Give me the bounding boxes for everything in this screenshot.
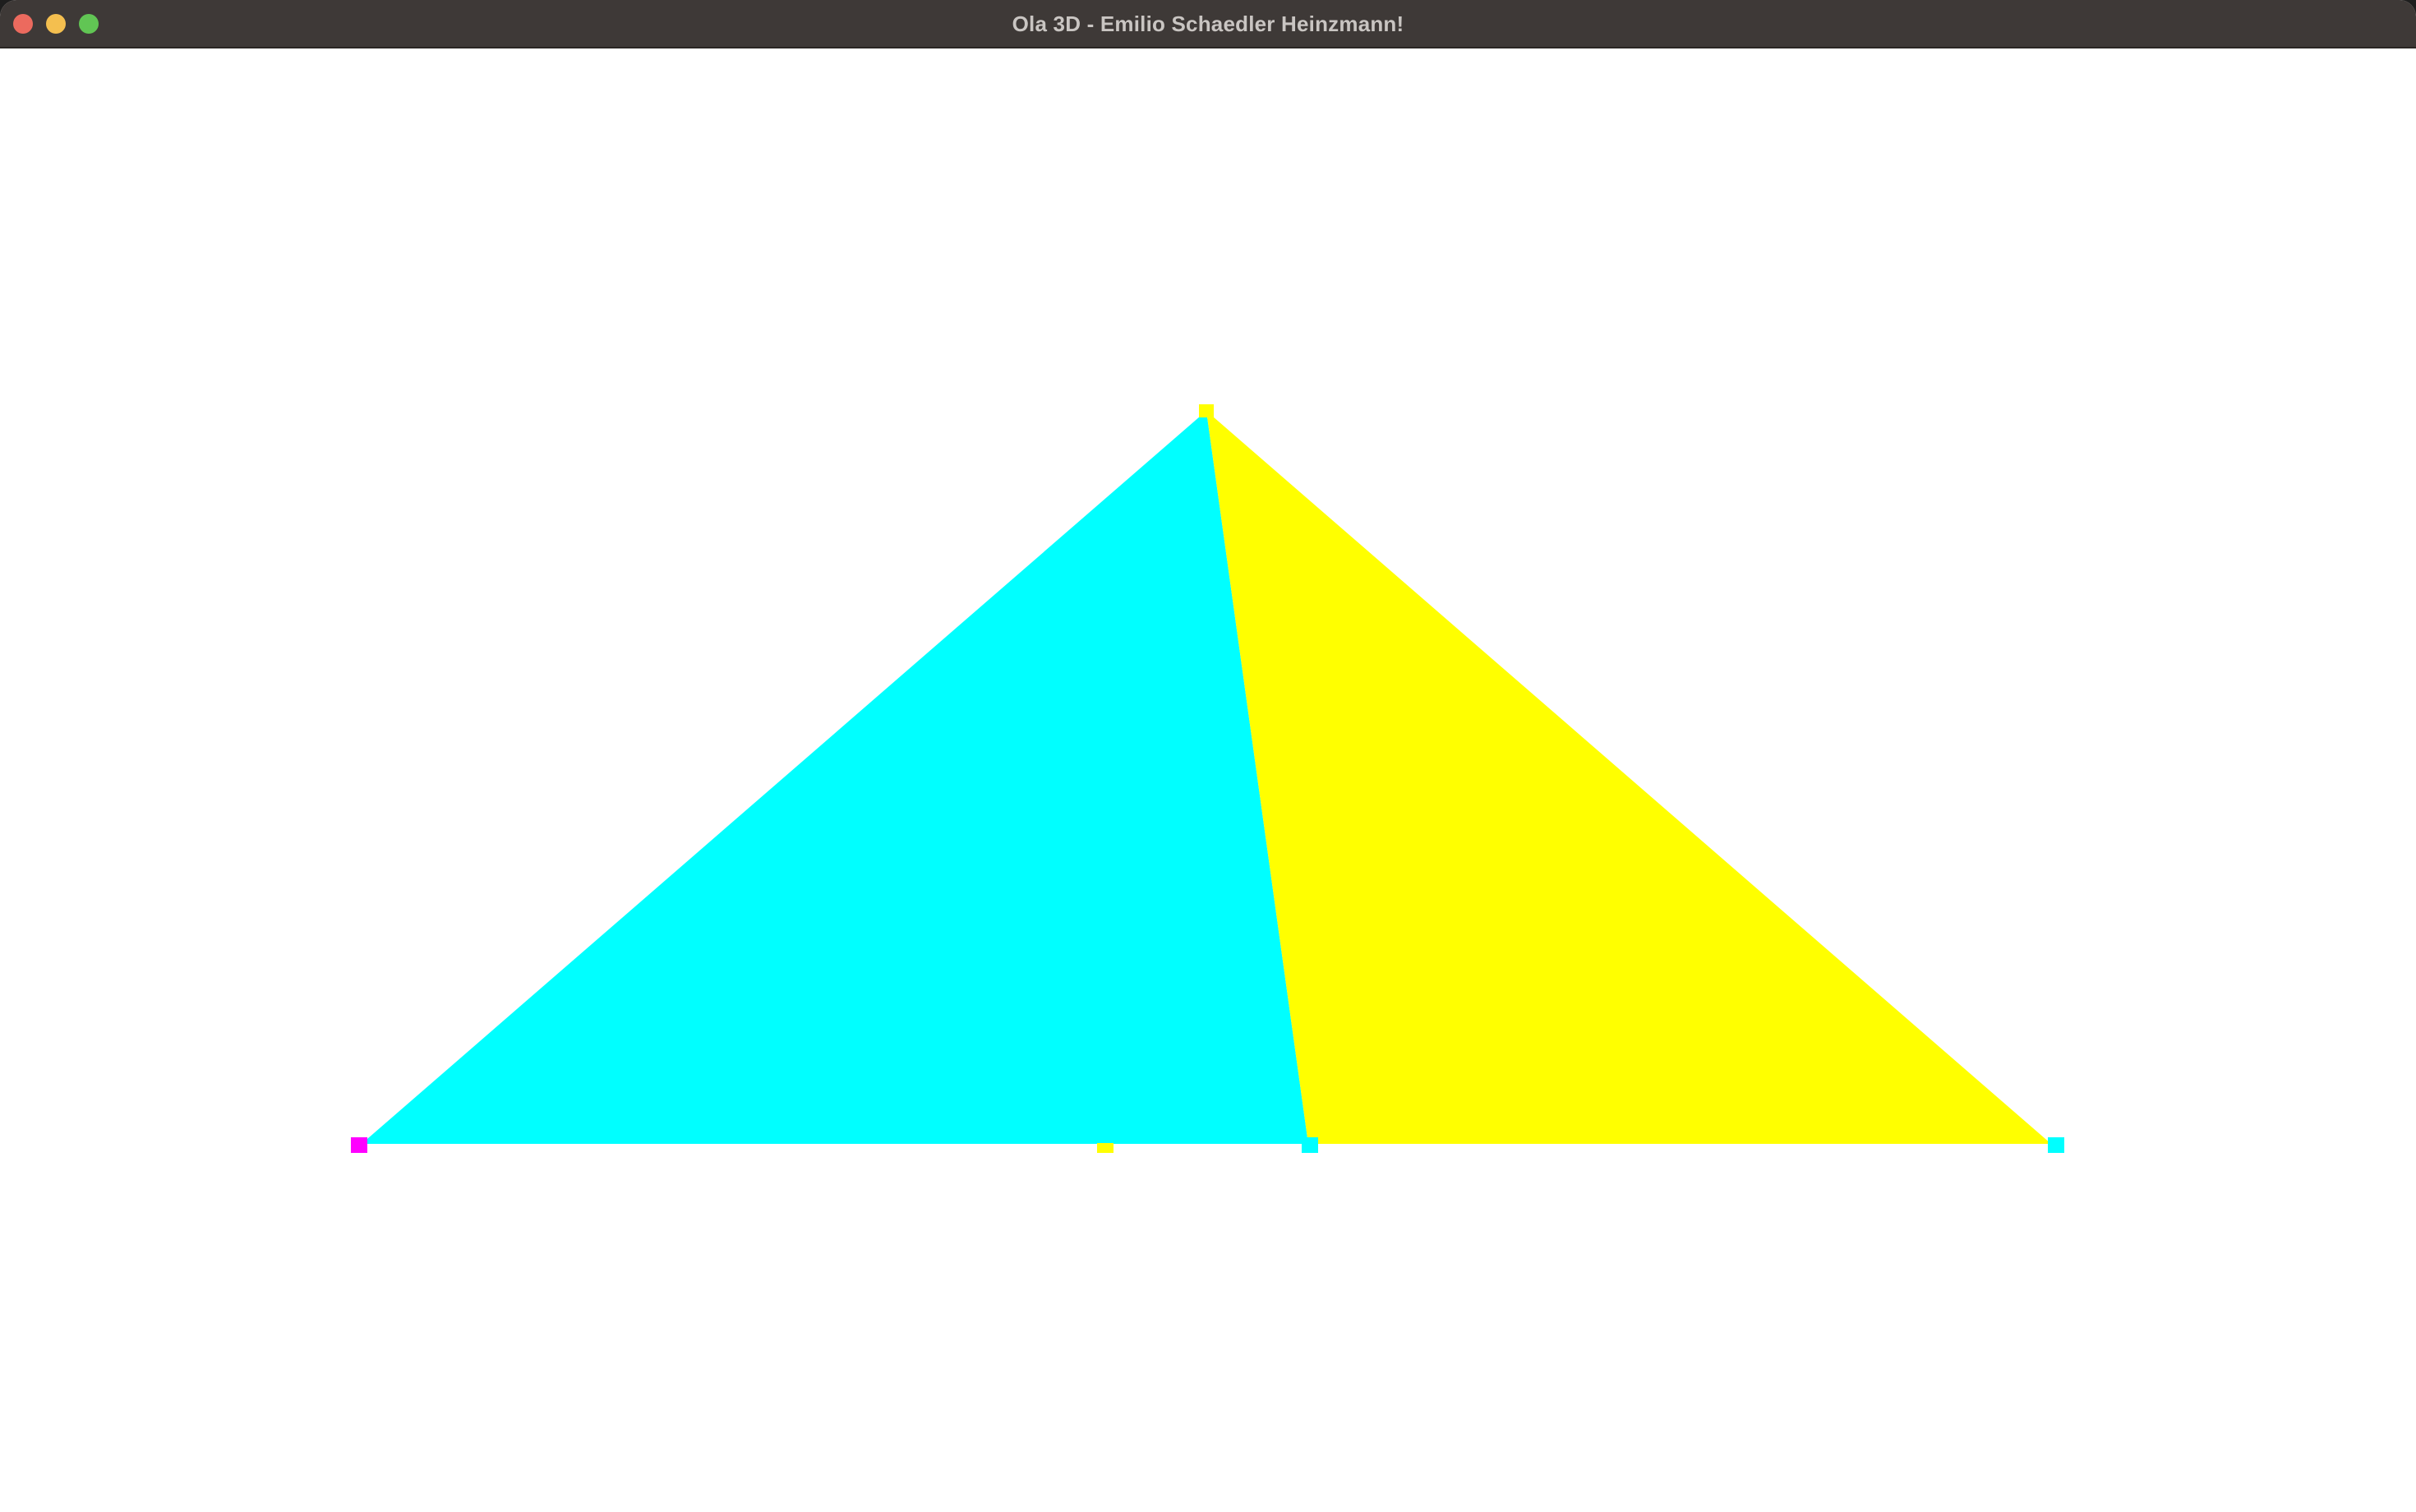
right-base-marker — [2048, 1137, 2064, 1153]
mid-base-marker — [1097, 1143, 1113, 1153]
scene-svg — [351, 404, 2064, 1153]
left-base-marker — [351, 1137, 367, 1153]
app-window: Ola 3D - Emilio Schaedler Heinzmann! — [0, 0, 2416, 1512]
render-canvas[interactable] — [0, 48, 2416, 1512]
cyan-triangle — [362, 411, 1308, 1144]
apex-marker — [1199, 404, 1214, 417]
yellow-triangle — [1206, 411, 2051, 1144]
inner-base-marker — [1302, 1137, 1318, 1153]
